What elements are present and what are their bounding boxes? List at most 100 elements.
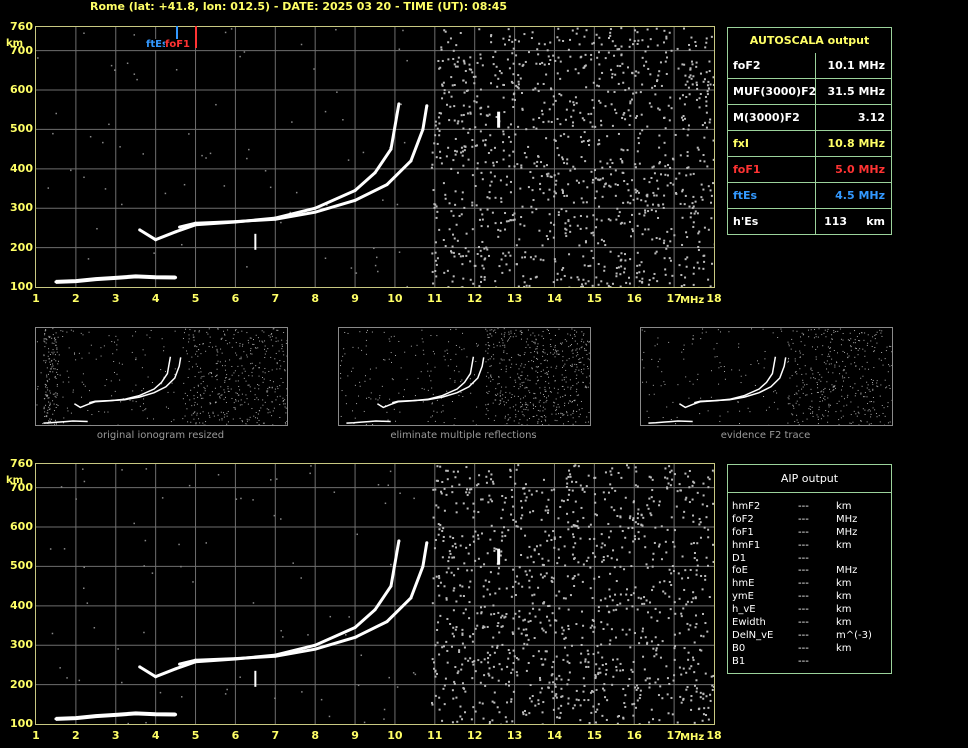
- noise-dot: [511, 81, 514, 84]
- thumb-noise-dot: [191, 405, 193, 407]
- noise-dot: [705, 714, 708, 717]
- noise-dot: [711, 262, 714, 265]
- thumb-noise-dot: [347, 375, 349, 377]
- thumb-noise-dot: [884, 415, 886, 417]
- thumb-noise-dot: [416, 344, 418, 346]
- noise-dot: [685, 231, 688, 234]
- thumb-noise-dot: [429, 375, 431, 377]
- thumb-noise-dot: [728, 331, 730, 333]
- noise-dot: [452, 214, 455, 217]
- noise-dot: [468, 601, 471, 604]
- thumb-noise-dot: [248, 342, 250, 344]
- noise-dot: [636, 699, 639, 702]
- noise-dot: [577, 465, 580, 468]
- thumb-noise-dot: [487, 342, 489, 344]
- trace-point: [154, 675, 158, 679]
- thumb-noise-dot: [555, 367, 557, 369]
- noise-dot: [694, 614, 697, 617]
- thumb-noise-dot: [395, 420, 397, 422]
- thumb-noise-dot: [571, 363, 573, 365]
- thumb-noise-dot: [491, 335, 493, 337]
- noise-dot: [434, 124, 437, 127]
- noise-dot: [697, 148, 700, 151]
- thumb-noise-dot: [558, 353, 560, 355]
- noise-dot: [562, 39, 565, 42]
- noise-dot: [600, 124, 603, 127]
- noise-dot: [668, 682, 671, 685]
- noise-dot: [579, 214, 582, 217]
- noise-dot: [588, 721, 591, 724]
- noise-dot: [528, 586, 531, 589]
- noise-dot: [528, 697, 531, 700]
- thumb-noise-dot: [544, 389, 546, 391]
- autoscala-param-value: 113 km: [824, 215, 885, 228]
- trace-point: [134, 274, 138, 278]
- thumb-noise-dot: [277, 388, 279, 390]
- noise-dot: [683, 647, 686, 650]
- thumb-noise-dot: [747, 407, 749, 409]
- noise-dot: [575, 689, 578, 692]
- x-tick-label: 9: [351, 729, 359, 742]
- thumb-noise-dot: [52, 353, 54, 355]
- noise-dot: [583, 35, 586, 38]
- x-tick-label: 2: [72, 729, 80, 742]
- noise-dot: [604, 696, 607, 699]
- thumb-noise-dot: [264, 372, 266, 374]
- noise-dot: [568, 469, 571, 472]
- autoscala-param-value: 5.0 MHz: [835, 163, 885, 176]
- noise-dot: [593, 476, 596, 479]
- noise-dot: [604, 244, 607, 247]
- noise-dot: [630, 594, 633, 597]
- noise-dot: [585, 665, 588, 668]
- thumb-noise-dot: [461, 349, 463, 351]
- noise-dot: [615, 112, 618, 115]
- noise-dot: [617, 82, 620, 85]
- noise-dot: [708, 121, 711, 124]
- noise-dot: [666, 184, 669, 187]
- noise-dot: [638, 642, 641, 645]
- thumb-noise-dot: [555, 408, 557, 410]
- noise-dot: [572, 201, 575, 204]
- thumb-noise-dot: [853, 342, 855, 344]
- thumb-noise-dot: [233, 407, 235, 409]
- noise-dot: [592, 178, 595, 181]
- thumb-noise-dot: [107, 411, 109, 413]
- noise-dot: [626, 464, 629, 467]
- noise-dot: [532, 655, 535, 658]
- trace-point: [273, 217, 277, 221]
- noise-dot: [468, 128, 471, 131]
- aip-param: DelN_vE: [732, 629, 774, 641]
- thumb-noise-dot: [545, 420, 547, 422]
- thumb-noise-dot: [145, 408, 147, 410]
- noise-dot: [651, 558, 654, 561]
- thumb-noise-dot: [242, 343, 244, 345]
- noise-dot: [441, 530, 444, 533]
- thumb-noise-dot: [701, 332, 703, 334]
- noise-dot: [528, 712, 531, 715]
- thumb-noise-dot: [272, 424, 274, 426]
- thumb-noise-dot: [886, 346, 888, 348]
- noise-dot: [480, 106, 483, 109]
- thumb-noise-dot: [536, 346, 538, 348]
- thumb-noise-dot: [432, 393, 434, 395]
- thumb-noise-dot: [574, 335, 576, 337]
- noise-dot: [355, 272, 358, 274]
- thumb-noise-dot: [47, 381, 49, 383]
- thumb-noise-dot: [724, 371, 726, 373]
- noise-dot: [547, 198, 550, 201]
- noise-dot: [465, 254, 468, 257]
- noise-dot: [476, 252, 479, 255]
- noise-dot: [438, 134, 441, 137]
- noise-dot: [582, 201, 585, 204]
- thumb-noise-dot: [657, 366, 659, 368]
- thumb-noise-dot: [842, 333, 844, 335]
- thumb-noise-dot: [535, 370, 537, 372]
- thumb-noise-dot: [501, 386, 503, 388]
- noise-dot: [453, 682, 456, 685]
- thumb-noise-dot: [88, 390, 90, 392]
- noise-dot: [569, 230, 572, 233]
- noise-dot: [577, 561, 580, 564]
- thumb-noise-dot: [795, 392, 797, 394]
- aip-param: D1: [732, 552, 747, 564]
- noise-dot: [707, 185, 710, 188]
